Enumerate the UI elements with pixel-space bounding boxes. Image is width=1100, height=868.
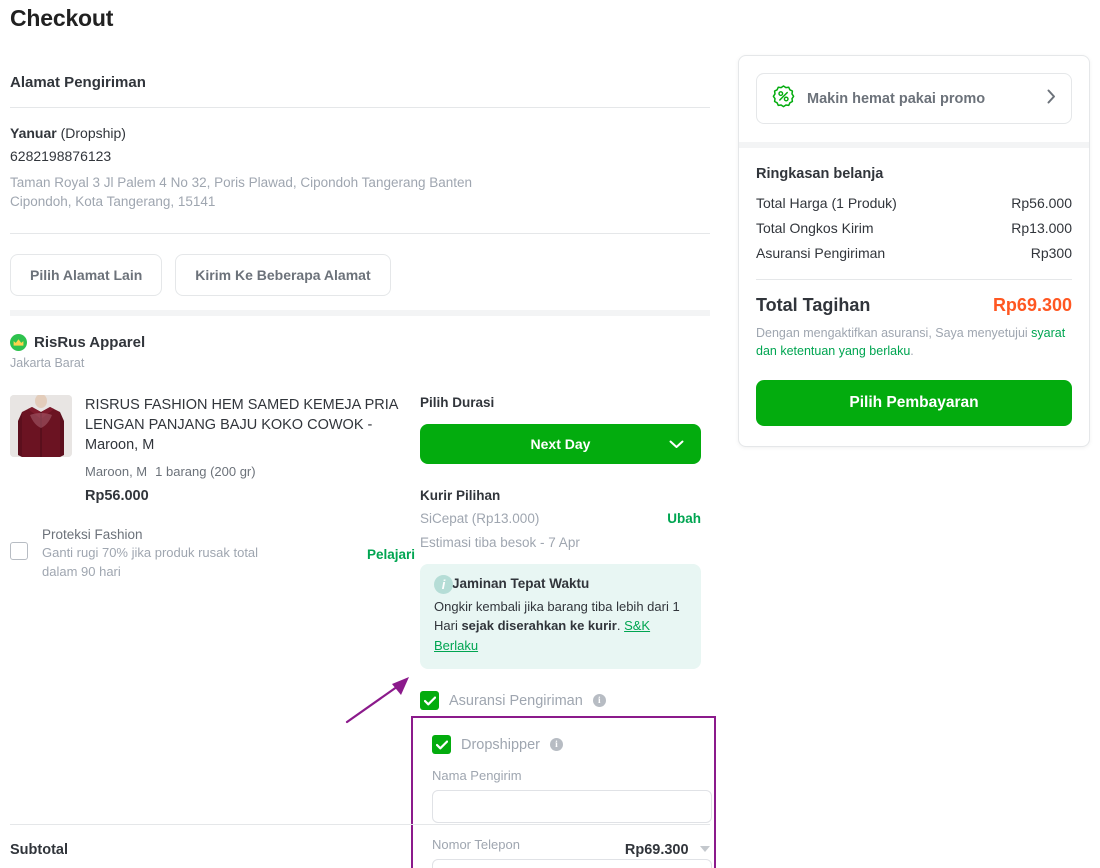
product-title[interactable]: RISRUS FASHION HEM SAMED KEMEJA PRIA LEN… [85, 395, 415, 455]
address-actions: Pilih Alamat Lain Kirim Ke Beberapa Alam… [10, 253, 710, 296]
sender-name-input[interactable] [432, 790, 712, 824]
dropshipper-checkbox[interactable] [432, 735, 451, 755]
courier-change-link[interactable]: Ubah [667, 511, 701, 526]
summary-row: Total Harga (1 Produk) Rp56.000 [756, 195, 1072, 211]
protection-learn-more-link[interactable]: Pelajari [367, 547, 415, 562]
promo-section: Makin hemat pakai promo [739, 56, 1089, 142]
checkout-left-column: Checkout Alamat Pengiriman Yanuar (Drops… [10, 0, 716, 868]
courier-eta: Estimasi tiba besok - 7 Apr [420, 534, 580, 550]
guarantee-text-b: sejak diserahkan ke kurir [461, 618, 617, 634]
merchant-name[interactable]: RisRus Apparel [34, 334, 145, 351]
dropshipper-label: Dropshipper [461, 736, 540, 753]
checkout-page: Checkout Alamat Pengiriman Yanuar (Drops… [0, 0, 1100, 868]
merchant-header: RisRus Apparel [10, 333, 710, 351]
choose-payment-button[interactable]: Pilih Pembayaran [756, 380, 1072, 427]
divider [10, 107, 710, 108]
chevron-down-icon[interactable] [700, 846, 710, 852]
dropshipper-row: Dropshipper i [432, 735, 702, 755]
subtotal-row: Subtotal Rp69.300 [10, 841, 710, 859]
order-summary-panel: Makin hemat pakai promo Ringkasan belanj… [738, 55, 1090, 448]
merchant-city: Jakarta Barat [10, 355, 85, 370]
section-divider [10, 309, 710, 316]
total-row: Total Tagihan Rp69.300 [756, 295, 1072, 316]
shipping-column: Pilih Durasi Next Day Kurir Pilihan SiCe… [411, 394, 716, 868]
summary-row-value: Rp300 [1030, 245, 1072, 261]
promo-button[interactable]: Makin hemat pakai promo [756, 73, 1072, 124]
summary-section: Ringkasan belanja Total Harga (1 Produk)… [739, 148, 1089, 446]
product-info: RISRUS FASHION HEM SAMED KEMEJA PRIA LEN… [85, 395, 415, 504]
chevron-right-icon [1047, 89, 1056, 109]
product-quantity: 1 barang (200 gr) [155, 463, 256, 479]
protection-checkbox[interactable] [10, 541, 28, 560]
insurance-terms-text: Dengan mengaktifkan asuransi, Saya menye… [756, 324, 1072, 360]
duration-label: Pilih Durasi [420, 394, 495, 410]
summary-row-value: Rp56.000 [1011, 195, 1072, 211]
subtotal-label: Subtotal [10, 842, 68, 858]
address-line-2: Cipondoh, Kota Tangerang, 15141 [10, 193, 216, 209]
summary-row-label: Asuransi Pengiriman [756, 245, 886, 261]
total-label: Total Tagihan [756, 295, 871, 315]
address-line-1: Taman Royal 3 Jl Palem 4 No 32, Poris Pl… [10, 174, 473, 190]
courier-label: Kurir Pilihan [420, 487, 501, 503]
recipient-tag: (Dropship) [60, 125, 126, 141]
duration-select-button[interactable]: Next Day [420, 423, 701, 464]
protection-description: Ganti rugi 70% jika produk rusak total d… [42, 544, 259, 579]
sender-phone-input[interactable] [432, 859, 712, 868]
product-thumbnail[interactable] [10, 394, 72, 457]
promo-label: Makin hemat pakai promo [807, 90, 986, 107]
shipping-address-heading: Alamat Pengiriman [10, 74, 146, 91]
send-to-multiple-address-button[interactable]: Kirim Ke Beberapa Alamat [175, 253, 391, 296]
subtotal-bar: Subtotal Rp69.300 [10, 824, 710, 859]
summary-row: Asuransi Pengiriman Rp300 [756, 245, 1072, 261]
summary-row: Total Ongkos Kirim Rp13.000 [756, 220, 1072, 236]
product-variant-line: Maroon, M 1 barang (200 gr) [85, 464, 415, 479]
insurance-row: Asuransi Pengiriman i [420, 691, 701, 711]
product-column: RISRUS FASHION HEM SAMED KEMEJA PRIA LEN… [10, 394, 415, 868]
courier-value: SiCepat (Rp13.000) [420, 510, 540, 526]
choose-other-address-button[interactable]: Pilih Alamat Lain [10, 253, 163, 296]
insurance-checkbox[interactable] [420, 691, 439, 711]
courier-row: SiCepat (Rp13.000) Ubah [420, 511, 701, 526]
discount-percent-badge-icon [772, 84, 795, 113]
divider [756, 279, 1072, 280]
divider [10, 232, 710, 234]
product-price: Rp56.000 [85, 487, 149, 504]
info-icon: i [434, 574, 453, 594]
total-value: Rp69.300 [992, 295, 1072, 315]
summary-row-label: Total Ongkos Kirim [756, 220, 874, 236]
recipient-phone: 6282198876123 [10, 148, 112, 165]
insurance-label: Asuransi Pengiriman [449, 692, 583, 709]
address-block: Yanuar (Dropship) 6282198876123 Taman Ro… [10, 123, 710, 211]
product-item: RISRUS FASHION HEM SAMED KEMEJA PRIA LEN… [10, 394, 415, 504]
page-title: Checkout [10, 5, 114, 31]
sender-name-label: Nama Pengirim [432, 768, 522, 784]
duration-selected-value: Next Day [530, 435, 591, 452]
subtotal-value: Rp69.300 [624, 842, 689, 858]
on-time-guarantee-box: i Jaminan Tepat Waktu Ongkir kembali jik… [420, 563, 701, 670]
order-details-row: RISRUS FASHION HEM SAMED KEMEJA PRIA LEN… [10, 394, 716, 868]
divider [10, 824, 710, 825]
chevron-down-icon [669, 436, 684, 452]
protection-text: Proteksi Fashion Ganti rugi 70% jika pro… [42, 527, 367, 582]
terms-suffix: . [910, 344, 914, 359]
recipient-name: Yanuar [10, 125, 57, 141]
dropshipper-info-icon[interactable]: i [550, 738, 563, 752]
protection-title: Proteksi Fashion [42, 526, 143, 542]
summary-title: Ringkasan belanja [756, 166, 884, 182]
guarantee-text-c: . [616, 618, 625, 634]
summary-row-label: Total Harga (1 Produk) [756, 195, 897, 211]
product-variant: Maroon, M [85, 463, 148, 479]
guarantee-body: Ongkir kembali jika barang tiba lebih da… [434, 597, 687, 656]
guarantee-title: Jaminan Tepat Waktu [452, 575, 590, 591]
insurance-info-icon[interactable]: i [592, 694, 606, 708]
terms-prefix: Dengan mengaktifkan asuransi, Saya menye… [756, 326, 1032, 340]
power-merchant-crown-icon [10, 333, 27, 351]
recipient-line: Yanuar (Dropship) [10, 123, 710, 143]
summary-row-value: Rp13.000 [1011, 220, 1072, 236]
subtotal-value-group: Rp69.300 [625, 841, 710, 859]
product-protection-row: Proteksi Fashion Ganti rugi 70% jika pro… [10, 527, 415, 582]
